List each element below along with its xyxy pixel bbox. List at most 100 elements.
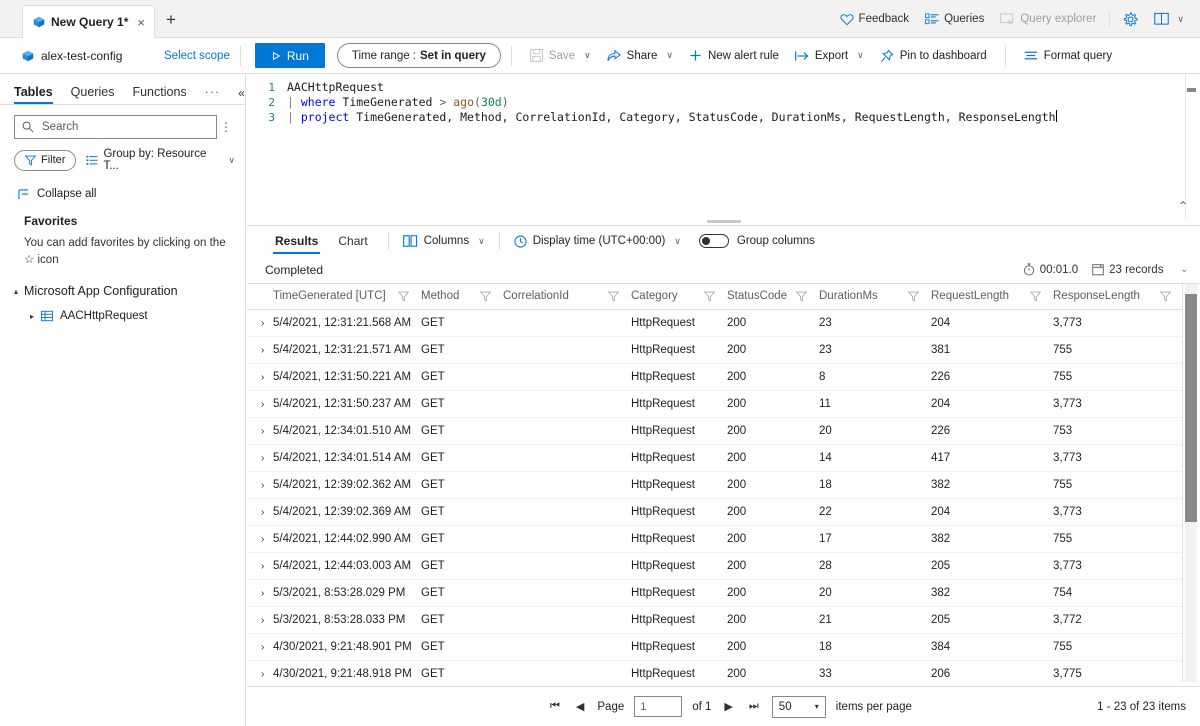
row-expand-cell[interactable]: › <box>247 472 273 499</box>
row-expand-cell[interactable]: › <box>247 310 273 337</box>
chevron-right-icon[interactable]: › <box>261 561 264 572</box>
collapse-all-button[interactable]: Collapse all <box>0 172 245 200</box>
table-row[interactable]: ›5/3/2021, 8:53:28.033 PMGETHttpRequest2… <box>247 607 1183 634</box>
filter-icon[interactable] <box>398 291 409 302</box>
select-scope-link[interactable]: Select scope <box>164 50 230 62</box>
queries-button[interactable]: Queries <box>917 4 992 34</box>
column-header-durationms[interactable]: DurationMs <box>819 284 931 310</box>
filter-icon[interactable] <box>1030 291 1041 302</box>
filter-icon[interactable] <box>608 291 619 302</box>
collapse-editor-icon[interactable]: ⌃ <box>1178 199 1188 213</box>
row-expand-cell[interactable]: › <box>247 391 273 418</box>
table-row[interactable]: ›4/30/2021, 9:21:48.918 PMGETHttpRequest… <box>247 661 1183 688</box>
search-input[interactable] <box>40 120 209 134</box>
column-header-requestlength[interactable]: RequestLength <box>931 284 1053 310</box>
save-button[interactable]: Save ∨ <box>522 41 599 71</box>
row-expand-cell[interactable]: › <box>247 580 273 607</box>
row-expand-cell[interactable]: › <box>247 499 273 526</box>
expand-results-icon[interactable]: ⌄ <box>1180 264 1188 275</box>
pin-to-dashboard-button[interactable]: Pin to dashboard <box>872 41 995 71</box>
row-expand-cell[interactable]: › <box>247 607 273 634</box>
row-expand-cell[interactable]: › <box>247 553 273 580</box>
group-columns-toggle[interactable] <box>699 234 729 248</box>
help-button[interactable]: ∨ <box>1146 4 1192 34</box>
new-tab-button[interactable]: + <box>166 11 176 28</box>
results-scrollbar[interactable] <box>1185 284 1197 682</box>
filter-icon[interactable] <box>480 291 491 302</box>
query-editor[interactable]: 1 AACHttpRequest 2 | where TimeGenerated… <box>247 74 1200 219</box>
export-button[interactable]: Export ∨ <box>787 41 872 71</box>
table-row[interactable]: ›5/4/2021, 12:31:21.571 AMGETHttpRequest… <box>247 337 1183 364</box>
query-explorer-button[interactable]: Query explorer <box>992 4 1104 34</box>
columns-button[interactable]: Columns ∨ <box>399 235 489 247</box>
group-by-dropdown[interactable]: Group by: Resource T... ∨ <box>86 148 235 172</box>
column-header-category[interactable]: Category <box>631 284 727 310</box>
share-button[interactable]: Share ∨ <box>599 41 681 71</box>
sidebar-table-aachttprequest[interactable]: ▸ AACHttpRequest <box>0 298 245 322</box>
table-row[interactable]: ›5/4/2021, 12:31:21.568 AMGETHttpRequest… <box>247 310 1183 337</box>
time-range-picker[interactable]: Time range : Set in query <box>337 43 501 68</box>
chevron-right-icon[interactable]: › <box>261 507 264 518</box>
row-expand-cell[interactable]: › <box>247 418 273 445</box>
row-expand-cell[interactable]: › <box>247 364 273 391</box>
chevron-right-icon[interactable]: › <box>261 318 264 329</box>
row-expand-cell[interactable]: › <box>247 445 273 472</box>
table-row[interactable]: ›5/4/2021, 12:39:02.369 AMGETHttpRequest… <box>247 499 1183 526</box>
settings-button[interactable] <box>1115 4 1146 34</box>
next-page-button[interactable]: ▶ <box>721 698 735 715</box>
row-expand-cell[interactable]: › <box>247 634 273 661</box>
chevron-right-icon[interactable]: › <box>261 669 264 680</box>
sidebar-tab-queries[interactable]: Queries <box>71 85 115 104</box>
last-page-button[interactable]: ⏭ <box>746 698 762 715</box>
row-expand-cell[interactable]: › <box>247 337 273 364</box>
scrollbar-thumb[interactable] <box>1185 294 1197 522</box>
table-row[interactable]: ›5/4/2021, 12:44:02.990 AMGETHttpRequest… <box>247 526 1183 553</box>
filter-icon[interactable] <box>796 291 807 302</box>
chevron-right-icon[interactable]: › <box>261 534 264 545</box>
table-row[interactable]: ›5/4/2021, 12:31:50.237 AMGETHttpRequest… <box>247 391 1183 418</box>
feedback-button[interactable]: Feedback <box>832 4 918 34</box>
search-more-options-icon[interactable]: ⋮ <box>217 120 235 134</box>
table-group-microsoft-app-configuration[interactable]: ▴ Microsoft App Configuration <box>0 268 245 298</box>
chevron-right-icon[interactable]: › <box>261 399 264 410</box>
table-row[interactable]: ›5/4/2021, 12:31:50.221 AMGETHttpRequest… <box>247 364 1183 391</box>
page-size-select[interactable]: 50 ▾ <box>772 696 826 718</box>
column-header-timegenerated[interactable]: TimeGenerated [UTC] <box>273 284 421 310</box>
page-number-input[interactable] <box>634 696 682 717</box>
first-page-button[interactable]: ⏮ <box>547 698 563 715</box>
filter-icon[interactable] <box>1160 291 1171 302</box>
chevron-right-icon[interactable]: › <box>261 480 264 491</box>
column-header-method[interactable]: Method <box>421 284 503 310</box>
tab-new-query-1[interactable]: New Query 1* × <box>22 5 155 38</box>
chevron-right-icon[interactable]: › <box>261 426 264 437</box>
previous-page-button[interactable]: ◀ <box>573 698 587 715</box>
table-row[interactable]: ›5/4/2021, 12:44:03.003 AMGETHttpRequest… <box>247 553 1183 580</box>
filter-icon[interactable] <box>704 291 715 302</box>
tab-results[interactable]: Results <box>265 228 328 254</box>
display-time-button[interactable]: Display time (UTC+00:00) ∨ <box>510 235 685 248</box>
chevron-right-icon[interactable]: › <box>261 453 264 464</box>
sidebar-tab-overflow[interactable]: ··· <box>205 85 221 104</box>
table-row[interactable]: ›5/4/2021, 12:39:02.362 AMGETHttpRequest… <box>247 472 1183 499</box>
column-header-responselength[interactable]: ResponseLength <box>1053 284 1183 310</box>
sidebar-tab-tables[interactable]: Tables <box>14 85 53 104</box>
editor-results-splitter[interactable] <box>247 219 1200 226</box>
chevron-right-icon[interactable]: › <box>261 615 264 626</box>
new-alert-rule-button[interactable]: New alert rule <box>681 41 787 71</box>
filter-icon[interactable] <box>908 291 919 302</box>
table-row[interactable]: ›5/4/2021, 12:34:01.510 AMGETHttpRequest… <box>247 418 1183 445</box>
table-row[interactable]: ›4/30/2021, 9:21:48.901 PMGETHttpRequest… <box>247 634 1183 661</box>
format-query-button[interactable]: Format query <box>1016 41 1120 71</box>
column-header-statuscode[interactable]: StatusCode <box>727 284 819 310</box>
table-row[interactable]: ›5/3/2021, 8:53:28.029 PMGETHttpRequest2… <box>247 580 1183 607</box>
close-icon[interactable]: × <box>134 16 148 29</box>
sidebar-tab-functions[interactable]: Functions <box>132 85 186 104</box>
row-expand-cell[interactable]: › <box>247 661 273 688</box>
filter-button[interactable]: Filter <box>14 150 76 171</box>
chevron-right-icon[interactable]: › <box>261 372 264 383</box>
search-box[interactable] <box>14 115 217 139</box>
row-expand-cell[interactable]: › <box>247 526 273 553</box>
chevron-right-icon[interactable]: › <box>261 588 264 599</box>
chevron-right-icon[interactable]: › <box>261 345 264 356</box>
editor-scrollbar-thumb[interactable] <box>1187 88 1196 92</box>
